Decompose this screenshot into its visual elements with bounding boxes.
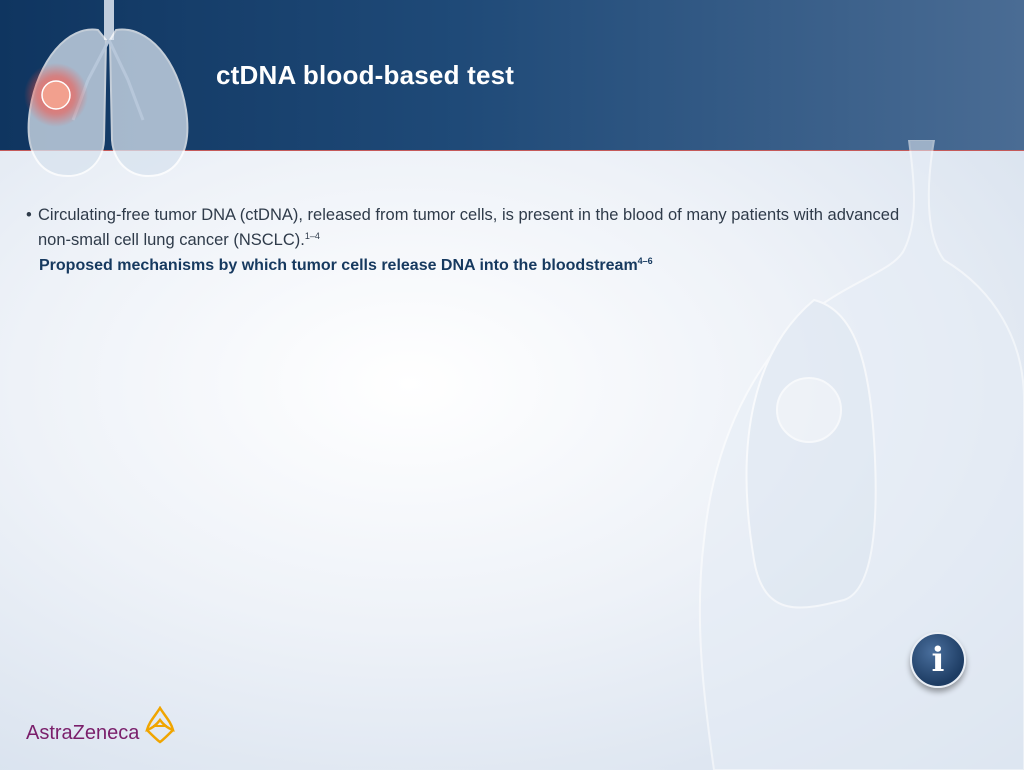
info-button[interactable]: i bbox=[910, 632, 966, 688]
bullet-text-block: Circulating-free tumor DNA (ctDNA), rele… bbox=[38, 205, 926, 251]
bullet-reference: 1–4 bbox=[304, 231, 320, 241]
logo-text: AstraZeneca bbox=[26, 722, 140, 744]
subheading-text: Proposed mechanisms by which tumor cells… bbox=[39, 257, 638, 274]
bullet-text: Circulating-free tumor DNA (ctDNA), rele… bbox=[38, 206, 900, 249]
bullet-marker: • bbox=[26, 206, 32, 224]
header-banner: ctDNA blood-based test bbox=[0, 0, 1024, 177]
info-icon: i bbox=[931, 640, 945, 680]
subheading-reference: 4–6 bbox=[637, 256, 653, 266]
bullet-point: • Circulating-free tumor DNA (ctDNA), re… bbox=[26, 205, 926, 251]
astrazeneca-logo-icon bbox=[145, 706, 175, 744]
subheading: Proposed mechanisms by which tumor cells… bbox=[39, 256, 653, 275]
lungs-illustration-icon bbox=[24, 0, 189, 177]
page-title: ctDNA blood-based test bbox=[216, 60, 515, 90]
